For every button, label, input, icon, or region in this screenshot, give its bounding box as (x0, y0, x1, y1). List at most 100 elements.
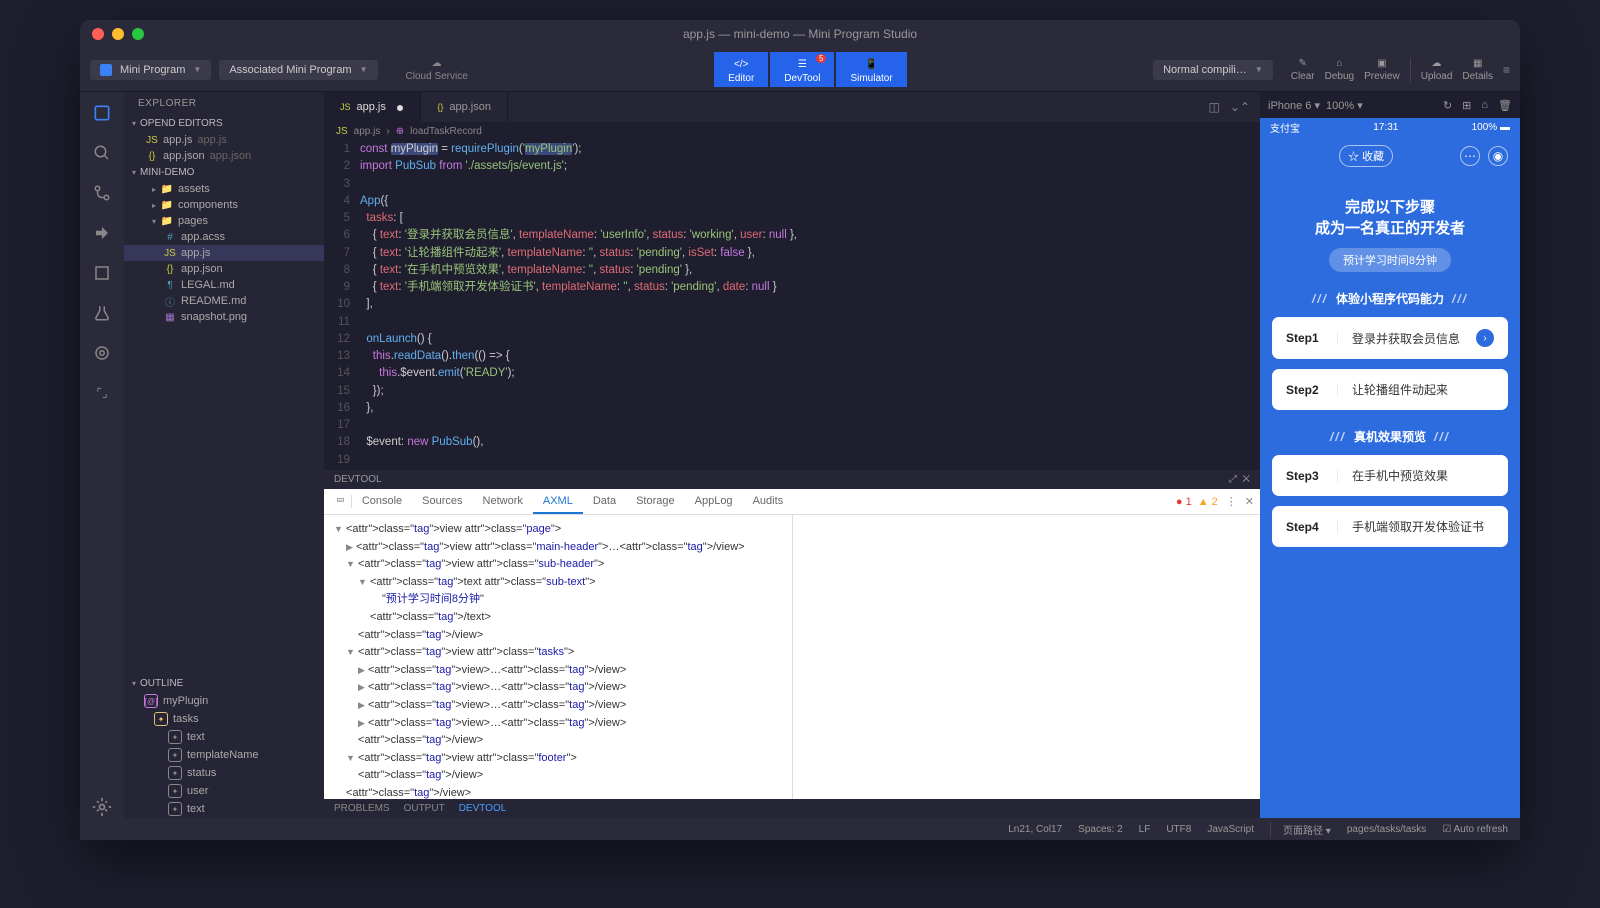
zoom-selector[interactable]: 100% ▾ (1326, 99, 1363, 112)
npm-icon[interactable] (91, 262, 113, 284)
open-editor-item[interactable]: JSapp.js app.js (124, 132, 324, 148)
devtool-badge: 5 (816, 54, 826, 63)
device-selector[interactable]: iPhone 6 ▾ (1268, 99, 1320, 112)
file-item[interactable]: ⓘREADME.md (124, 293, 324, 309)
target-icon[interactable] (91, 342, 113, 364)
extensions-icon[interactable] (91, 222, 113, 244)
outline-item[interactable]: ✦user (124, 782, 324, 800)
eol[interactable]: LF (1139, 824, 1151, 835)
devtool-more-icon[interactable]: ⋮ (1218, 495, 1245, 508)
devtool-tab[interactable]: ☰ 5 DevTool (770, 52, 834, 87)
compile-mode-dropdown[interactable]: Normal compili…▼ (1153, 60, 1273, 80)
problems-tab[interactable]: PROBLEMS (334, 803, 390, 814)
debug-button[interactable]: ⌂Debug (1325, 58, 1354, 82)
route-dropdown[interactable]: 页面路径 ▾ (1270, 822, 1331, 837)
devtool-tab-storage[interactable]: Storage (626, 490, 685, 514)
devtool-close-icon[interactable]: ✕ (1245, 495, 1254, 508)
language[interactable]: JavaScript (1207, 824, 1254, 835)
close-app-icon[interactable]: ◉ (1488, 146, 1508, 166)
fav-button[interactable]: ☆ 收藏 (1339, 145, 1393, 167)
step-card[interactable]: Step3在手机中预览效果 (1272, 455, 1508, 496)
devtool-tab-data[interactable]: Data (583, 490, 626, 514)
settings-icon[interactable] (91, 796, 113, 818)
close-window[interactable] (92, 28, 104, 40)
scan-icon[interactable]: ⌜⌟ (91, 382, 113, 404)
cursor-position[interactable]: Ln21, Col17 (1008, 824, 1062, 835)
details-button[interactable]: ▦Details (1462, 58, 1493, 82)
outline-item[interactable]: ✦text (124, 800, 324, 818)
devtool-tab-audits[interactable]: Audits (743, 490, 794, 514)
folder-item[interactable]: ▸📁components (124, 197, 324, 213)
home-icon[interactable]: ⌂ (1481, 99, 1488, 112)
bottom-panel-tabs: PROBLEMS OUTPUT DEVTOOL (324, 799, 1260, 818)
upload-button[interactable]: ☁Upload (1421, 58, 1453, 82)
outline-item[interactable]: ✦text (124, 728, 324, 746)
devtool-tab-axml[interactable]: AXML (533, 490, 583, 514)
open-editor-item[interactable]: {}app.json app.json (124, 148, 324, 164)
outline-item[interactable]: [@]myPlugin (124, 692, 324, 710)
expand-icon[interactable]: ⤢ (1229, 474, 1237, 485)
devtool-tab-network[interactable]: Network (473, 490, 533, 514)
window-title: app.js — mini-demo — Mini Program Studio (683, 27, 917, 41)
phone-frame[interactable]: 支付宝 17:31 100% ▬ ☆ 收藏 ⋯ ◉ 完成以下步骤 成为一名真正的… (1260, 118, 1520, 818)
search-icon[interactable] (91, 142, 113, 164)
project-section[interactable]: MINI-DEMO (124, 164, 324, 181)
editor-tab[interactable]: </> Editor (714, 52, 768, 87)
section-1-label: 体验小程序代码能力 (1272, 290, 1508, 307)
breadcrumb[interactable]: JSapp.js›⊕loadTaskRecord (324, 122, 1260, 141)
cloud-service[interactable]: ☁ Cloud Service (406, 58, 468, 82)
editor-tab[interactable]: JSapp.js● (324, 92, 421, 122)
step-card[interactable]: Step1登录并获取会员信息› (1272, 317, 1508, 359)
folder-item[interactable]: ▾📁pages (124, 213, 324, 229)
devtool-bottom-tab[interactable]: DEVTOOL (459, 803, 507, 814)
file-item[interactable]: #app.acss (124, 229, 324, 245)
beaker-icon[interactable] (91, 302, 113, 324)
devtool-tab-sources[interactable]: Sources (412, 490, 472, 514)
open-editors-section[interactable]: OPEND EDITORS (124, 115, 324, 132)
folder-item[interactable]: ▸📁assets (124, 181, 324, 197)
file-item[interactable]: {}app.json (124, 261, 324, 277)
axml-tree[interactable]: ▼ <attr">class="tag">view attr">class="p… (324, 515, 792, 799)
grid-icon[interactable]: ⊞ (1462, 99, 1471, 112)
encoding[interactable]: UTF8 (1166, 824, 1191, 835)
outline-section[interactable]: OUTLINE (124, 675, 324, 692)
indent[interactable]: Spaces: 2 (1078, 824, 1122, 835)
source-control-icon[interactable] (91, 182, 113, 204)
code-editor[interactable]: 123456789101112131415161718192021222324 … (324, 141, 1260, 470)
trash-icon[interactable]: 🗑 (1498, 99, 1512, 112)
explorer-title: EXPLORER (124, 92, 324, 115)
more-menu-icon[interactable]: ⋯ (1460, 146, 1480, 166)
associated-dropdown[interactable]: Associated Mini Program▼ (219, 60, 377, 80)
close-icon[interactable]: ✕ (1242, 474, 1250, 485)
outline-item[interactable]: ✦status (124, 764, 324, 782)
clear-button[interactable]: ✎Clear (1291, 58, 1315, 82)
brush-icon: ✎ (1298, 58, 1306, 69)
file-item[interactable]: ¶LEGAL.md (124, 277, 324, 293)
devtool-tab-applog[interactable]: AppLog (685, 490, 743, 514)
explorer-icon[interactable] (91, 102, 113, 124)
step-card[interactable]: Step4手机端领取开发体验证书 (1272, 506, 1508, 547)
menu-icon[interactable]: ≡ (1503, 63, 1510, 77)
output-tab[interactable]: OUTPUT (404, 803, 445, 814)
inspect-icon[interactable]: ⮹ (330, 495, 352, 508)
refresh-icon[interactable]: ↻ (1443, 99, 1452, 112)
warning-count[interactable]: ▲ 2 (1198, 496, 1218, 508)
toolbar: Mini Program▼ Associated Mini Program▼ ☁… (80, 48, 1520, 92)
more-icon[interactable]: ⌄⌃ (1230, 100, 1250, 114)
split-icon[interactable]: ◫ (1209, 100, 1220, 114)
preview-button[interactable]: ▣Preview (1364, 58, 1400, 82)
outline-item[interactable]: ✦tasks (124, 710, 324, 728)
simulator-tab[interactable]: 📱 Simulator (836, 52, 906, 87)
editor-tab[interactable]: {}app.json (421, 92, 508, 122)
step-card[interactable]: Step2让轮播组件动起来 (1272, 369, 1508, 410)
file-item[interactable]: ▦snapshot.png (124, 309, 324, 325)
error-count[interactable]: ● 1 (1176, 496, 1192, 508)
devtool-tab-console[interactable]: Console (352, 490, 412, 514)
file-item[interactable]: JSapp.js (124, 245, 324, 261)
auto-refresh-toggle[interactable]: ☑ Auto refresh (1442, 824, 1508, 835)
minimize-window[interactable] (112, 28, 124, 40)
outline-item[interactable]: ✦templateName (124, 746, 324, 764)
maximize-window[interactable] (132, 28, 144, 40)
eye-icon: ▣ (1377, 58, 1386, 69)
mini-program-dropdown[interactable]: Mini Program▼ (90, 60, 211, 80)
